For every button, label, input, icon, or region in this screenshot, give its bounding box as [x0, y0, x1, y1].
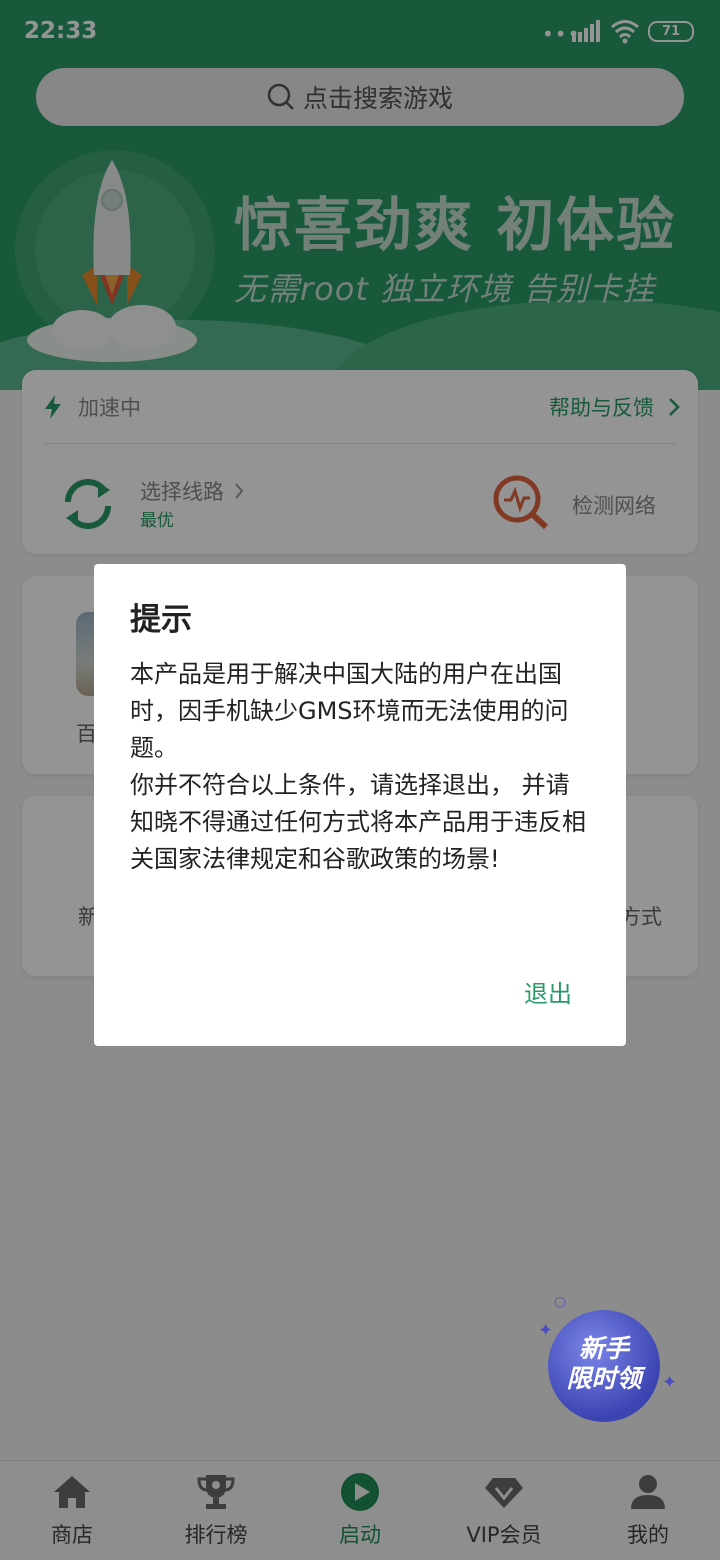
notice-dialog: 提示 本产品是用于解决中国大陆的用户在出国时，因手机缺少GMS环境而无法使用的问… — [94, 564, 626, 1046]
dialog-paragraph: 本产品是用于解决中国大陆的用户在出国时，因手机缺少GMS环境而无法使用的问题。 — [130, 660, 569, 762]
sparkle-icon: ✦ — [538, 1320, 554, 1341]
dialog-body: 本产品是用于解决中国大陆的用户在出国时，因手机缺少GMS环境而无法使用的问题。 … — [130, 656, 590, 878]
newbie-promo-badge[interactable]: ✦ ○ ✦ 新手 限时领 — [538, 1294, 688, 1430]
sparkle-icon: ✦ — [662, 1372, 678, 1393]
promo-text: 新手 限时领 — [556, 1334, 652, 1394]
app-screen: 22:33 ••• 71 点击搜索游戏 惊喜劲爽 初体验 无需root 独立环境… — [0, 0, 720, 1560]
promo-line1: 新手 — [578, 1334, 629, 1363]
dialog-title: 提示 — [130, 602, 192, 638]
dialog-paragraph: 你并不符合以上条件，请选择退出， 并请知晓不得通过任何方式将本产品用于违反相关国… — [130, 771, 586, 873]
promo-line2: 限时领 — [566, 1364, 642, 1393]
sparkle-icon: ○ — [554, 1294, 567, 1310]
exit-button[interactable]: 退出 — [524, 974, 572, 1009]
